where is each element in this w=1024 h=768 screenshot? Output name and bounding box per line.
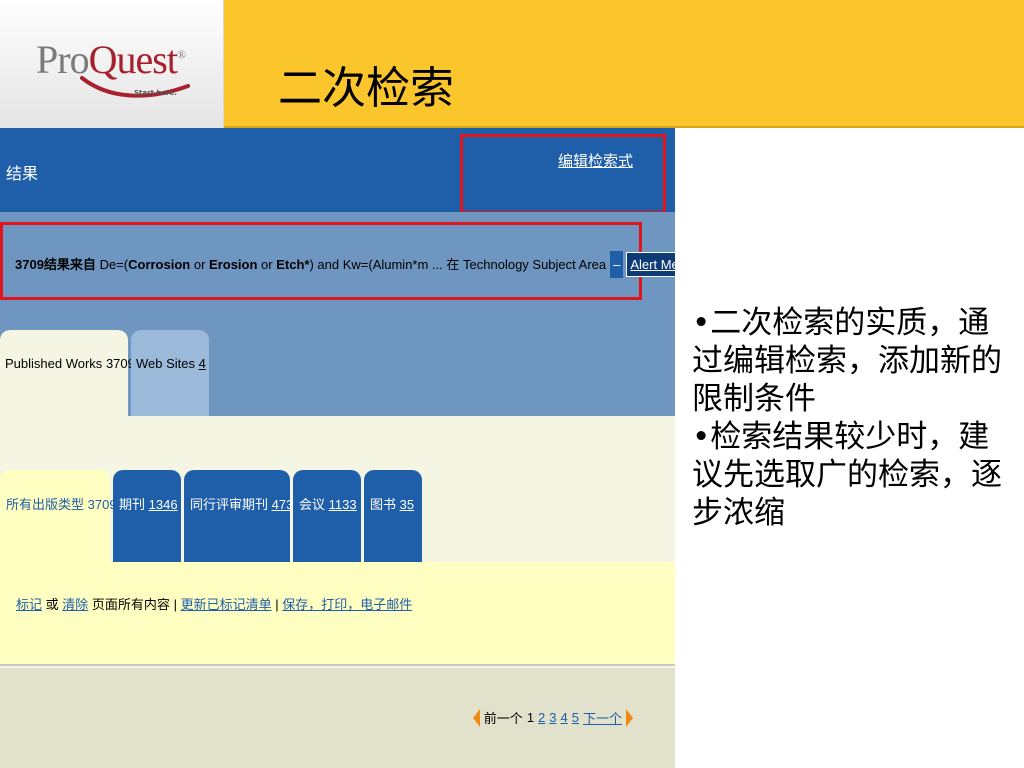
next-page-link[interactable]: 下一个 [583,708,622,727]
proquest-results-panel: 结果 编辑检索式 3709结果来自 De=(Corrosion or Erosi… [0,128,675,768]
clear-link[interactable]: 清除 [62,597,88,612]
edit-search-highlight-box [460,134,666,214]
query-highlight-box: 3709结果来自 De=(Corrosion or Erosion or Etc… [0,222,675,300]
filter-tab-journals[interactable]: 期刊 1346 [113,470,181,562]
query-dash: – [610,251,624,278]
page-link[interactable]: 5 [572,710,579,725]
prev-page-label: 前一个 [483,711,523,726]
next-arrow-icon[interactable] [626,708,633,727]
save-print-email-link[interactable]: 保存，打印，电子邮件 [282,597,412,612]
tab-published-works[interactable]: Published Works 3709 [0,330,135,416]
current-page: 1 [526,710,535,725]
page-link[interactable]: 2 [538,710,545,725]
pagination: 前一个 1 2 3 4 5 下一个 [472,708,633,727]
slide-title-bar: 二次检索 [224,0,1024,128]
prev-arrow-icon[interactable] [472,708,480,727]
logo-tagline: Start here. [134,89,177,97]
slide-title: 二次检索 [278,63,454,114]
filter-tab-peer-reviewed[interactable]: 同行评审期刊 473 [184,470,293,562]
filter-tab-all-types[interactable]: 所有出版类型 3709 [0,470,117,562]
filter-tab-conferences[interactable]: 会议 1133 [293,470,361,562]
page-link[interactable]: 4 [561,710,568,725]
mark-actions-row: 标记 或 清除 页面所有内容 | 更新已标记清单 | 保存，打印，电子邮件 [16,597,413,612]
tab-web-sites[interactable]: Web Sites 4 [131,330,209,416]
mark-actions-bar: 标记 或 清除 页面所有内容 | 更新已标记清单 | 保存，打印，电子邮件 [0,562,675,666]
filter-tab-books[interactable]: 图书 35 [364,470,422,562]
note-item: •二次检索的实质，通过编辑检索，添加新的限制条件 [692,305,1002,417]
results-label: 结果 [6,166,39,183]
note-item: •检索结果较少时，建议先选取广的检索，逐步浓缩 [692,419,1002,531]
pagination-area: 前一个 1 2 3 4 5 下一个 [0,668,675,768]
mark-link[interactable]: 标记 [16,597,42,612]
page-link[interactable]: 3 [549,710,556,725]
update-marked-list-link[interactable]: 更新已标记清单 [181,597,272,612]
proquest-logo-area: ProQuest® Start here. [0,0,224,128]
tab-web-sites-label: Web Sites 4 [136,356,206,371]
alert-me-button[interactable]: Alert Me [626,252,675,277]
slide-notes: •二次检索的实质，通过编辑检索，添加新的限制条件 •检索结果较少时，建议先选取广… [692,304,1012,532]
tab-published-works-label: Published Works 3709 [5,356,135,371]
search-query-text: 3709结果来自 De=(Corrosion or Erosion or Etc… [15,251,675,278]
